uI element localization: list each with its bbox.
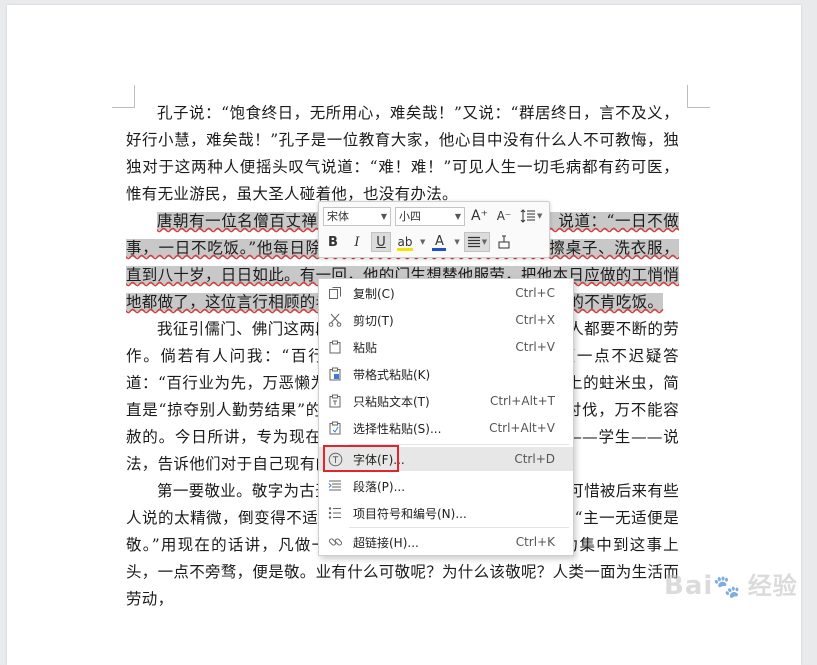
copy-icon bbox=[327, 285, 343, 301]
baidu-jingyan-watermark: Bai🐾 经验 bbox=[664, 566, 798, 601]
shrink-font-button[interactable]: A⁻ bbox=[494, 206, 514, 226]
highlight-icon: ab bbox=[397, 234, 413, 249]
paste-icon bbox=[327, 339, 343, 355]
format-painter-button[interactable] bbox=[494, 232, 514, 252]
menu-item-paste-with-format[interactable]: 带格式粘贴(K) bbox=[319, 362, 573, 386]
font-color-swatch bbox=[432, 248, 447, 251]
font-name-value: 宋体 bbox=[327, 210, 349, 223]
menu-item-bullets-numbering[interactable]: 项目符号和编号(N)... bbox=[319, 501, 573, 525]
chevron-down-icon[interactable]: ▼ bbox=[454, 238, 459, 246]
mini-toolbar: 宋体 ▼ 小四 ▼ A⁺ A⁻ ▼ B I U ab ▼ A ▼ ▼ bbox=[318, 201, 550, 258]
watermark-suffix: 经验 bbox=[747, 572, 798, 600]
font-color-icon: A bbox=[434, 234, 444, 249]
line-spacing-button[interactable]: ▼ bbox=[518, 206, 544, 226]
font-color-button[interactable]: A bbox=[429, 232, 449, 252]
chevron-down-icon: ▼ bbox=[481, 238, 488, 246]
highlight-color-swatch bbox=[397, 247, 413, 251]
paragraph-1[interactable]: 孔子说：“饱食终日，无所用心，难矣哉！”又说：“群居终日，言不及义，好行小慧，难… bbox=[126, 100, 679, 208]
paste-format-icon bbox=[327, 366, 343, 382]
paste-text-icon bbox=[327, 393, 343, 409]
bold-button[interactable]: B bbox=[323, 232, 343, 252]
chevron-down-icon: ▼ bbox=[380, 211, 387, 221]
font-name-combo[interactable]: 宋体 ▼ bbox=[323, 206, 391, 226]
watermark-text: Bai bbox=[664, 571, 714, 601]
bullets-icon bbox=[327, 505, 343, 521]
cut-icon bbox=[327, 312, 343, 328]
format-painter-icon bbox=[498, 235, 510, 249]
menu-item-copy[interactable]: 复制(C) Ctrl+C bbox=[319, 281, 573, 305]
paste-special-icon bbox=[327, 420, 343, 436]
shrink-font-icon: A⁻ bbox=[496, 209, 512, 223]
menu-item-paste-text-only[interactable]: 只粘贴文本(T) Ctrl+Alt+T bbox=[319, 389, 573, 413]
align-justify-icon bbox=[467, 236, 480, 248]
crop-mark-top-right bbox=[687, 85, 710, 108]
align-button[interactable]: ▼ bbox=[463, 232, 491, 252]
menu-separator bbox=[349, 527, 569, 528]
line-spacing-icon bbox=[520, 209, 535, 223]
paragraph-icon bbox=[327, 478, 343, 494]
context-menu: 复制(C) Ctrl+C 剪切(T) Ctrl+X 粘贴 Ctrl+V 带格式粘… bbox=[318, 278, 574, 556]
highlight-button[interactable]: ab bbox=[395, 232, 415, 252]
menu-item-hyperlink[interactable]: 超链接(H)... Ctrl+K bbox=[319, 530, 573, 554]
font-size-value: 小四 bbox=[399, 210, 421, 223]
menu-item-paste[interactable]: 粘贴 Ctrl+V bbox=[319, 335, 573, 359]
font-item-highlight-box bbox=[323, 445, 399, 472]
italic-button[interactable]: I bbox=[347, 232, 367, 252]
chevron-down-icon: ▼ bbox=[454, 211, 461, 221]
menu-item-paragraph[interactable]: 段落(P)... bbox=[319, 474, 573, 498]
underline-button[interactable]: U bbox=[371, 232, 391, 252]
menu-item-cut[interactable]: 剪切(T) Ctrl+X bbox=[319, 308, 573, 332]
link-icon bbox=[327, 534, 343, 550]
chevron-down-icon: ▼ bbox=[536, 212, 543, 220]
grow-font-icon: A⁺ bbox=[471, 208, 488, 224]
paw-icon: 🐾 bbox=[713, 575, 742, 600]
chevron-down-icon[interactable]: ▼ bbox=[420, 238, 425, 246]
menu-item-paste-special[interactable]: 选择性粘贴(S)... Ctrl+Alt+V bbox=[319, 416, 573, 440]
grow-font-button[interactable]: A⁺ bbox=[469, 206, 490, 226]
font-size-combo[interactable]: 小四 ▼ bbox=[395, 206, 465, 226]
